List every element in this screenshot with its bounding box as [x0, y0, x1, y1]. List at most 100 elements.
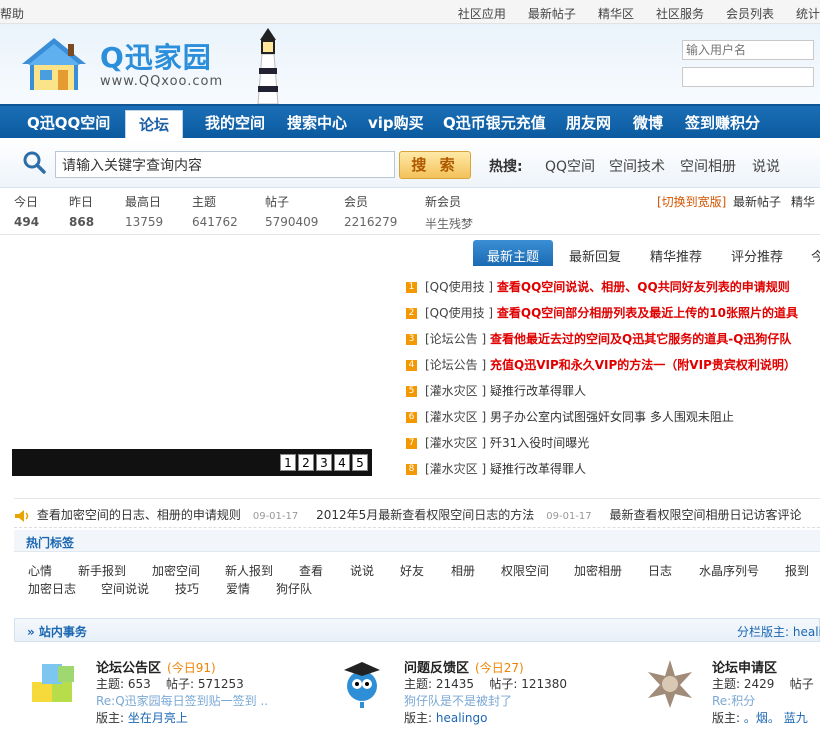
tag-link[interactable]: 新人报到 — [225, 562, 299, 579]
top-link-digest[interactable]: 精华区 — [598, 5, 634, 22]
hot-tags-row: 心情 新手报到 加密空间 新人报到 查看 说说 好友 相册 权限空间 加密相册 日志 水晶序列号 报到 — [28, 562, 809, 579]
forum-counts: 主题: 21435 帖子: 121380 — [404, 677, 568, 691]
nav-recharge[interactable]: Q迅币银元充值 — [443, 112, 546, 133]
tab-rated[interactable]: 评分推荐 — [731, 240, 783, 266]
forum-last-post[interactable]: Re:积分 — [712, 692, 755, 709]
digest-link[interactable]: 精华 — [791, 193, 815, 210]
forum-card: 论坛申请区 主题: 2429 帖子 Re:积分 版主: 。烟。 蓝九 — [644, 656, 820, 746]
tag-link[interactable]: 水晶序列号 — [699, 562, 785, 579]
tag-link[interactable]: 查看 — [299, 562, 350, 579]
slider-page-button[interactable]: 5 — [352, 454, 368, 471]
tag-link[interactable]: 加密相册 — [574, 562, 648, 579]
nav-checkin[interactable]: 签到赚积分 — [685, 112, 760, 133]
tag-link[interactable]: 加密空间 — [152, 562, 225, 579]
forum-name[interactable]: 论坛申请区 — [712, 657, 783, 676]
star-badge-icon — [648, 660, 692, 708]
list-item[interactable]: 4 [论坛公告 ] 充值Q迅VIP和永久VIP的方法一（附VIP贵宾权利说明） — [406, 356, 796, 376]
username-field[interactable] — [682, 40, 814, 60]
forum-moderator: 版主: 坐在月亮上 — [96, 711, 188, 725]
section-moderator[interactable]: 分栏版主: heali — [737, 623, 820, 640]
main-nav: Q迅QQ空间 论坛 我的空间 搜索中心 vip购买 Q迅币银元充值 朋友网 微博… — [0, 104, 820, 140]
forum-stats: 今日 494 昨日 868 最高日 13759 主题 641762 帖子 5790409 … — [0, 189, 820, 235]
slider-page-button[interactable]: 2 — [298, 454, 314, 471]
tab-digest[interactable]: 精华推荐 — [650, 240, 702, 266]
list-item[interactable]: 8 [灌水灾区 ] 疑推行改革得罪人 — [406, 460, 586, 480]
hot-keyword[interactable]: 说说 — [752, 156, 780, 176]
tab-latest-topics[interactable]: 最新主题 — [473, 240, 554, 266]
nav-my-space[interactable]: 我的空间 — [205, 112, 265, 133]
tag-link[interactable]: 爱情 — [226, 580, 276, 597]
nav-weibo[interactable]: 微博 — [633, 112, 663, 133]
top-link-stats[interactable]: 统计 — [796, 5, 820, 22]
search-bar: 搜 索 热搜: QQ空间 空间技术 空间相册 说说 — [0, 138, 820, 188]
forum-name[interactable]: 论坛公告区 (今日91) — [96, 657, 216, 676]
list-item[interactable]: 1 [QQ使用技 ] 查看QQ空间说说、相册、QQ共同好友列表的申请规则 — [406, 278, 790, 298]
image-slider[interactable]: 1 2 3 4 5 — [12, 243, 372, 476]
hot-keyword[interactable]: QQ空间 — [545, 156, 595, 176]
tab-today[interactable]: 今 — [811, 240, 820, 266]
hot-keyword[interactable]: 空间相册 — [680, 156, 736, 176]
site-header: Q迅家园 www.QQxoo.com — [0, 24, 820, 104]
tag-link[interactable]: 加密日志 — [28, 580, 101, 597]
tag-link[interactable]: 新手报到 — [78, 562, 152, 579]
slider-page-button[interactable]: 3 — [316, 454, 332, 471]
house-logo-icon[interactable] — [20, 36, 88, 94]
nav-friends[interactable]: 朋友网 — [566, 112, 611, 133]
tag-link[interactable]: 好友 — [400, 562, 451, 579]
tag-link[interactable]: 心情 — [28, 562, 78, 579]
list-item[interactable]: 5 [灌水灾区 ] 疑推行改革得罪人 — [406, 382, 586, 402]
forum-counts: 主题: 2429 帖子 — [712, 677, 814, 691]
nav-vip-purchase[interactable]: vip购买 — [368, 112, 424, 133]
tag-link[interactable]: 日志 — [648, 562, 699, 579]
tab-latest-replies[interactable]: 最新回复 — [569, 240, 621, 266]
nav-qq-space[interactable]: Q迅QQ空间 — [27, 112, 110, 133]
tag-link[interactable]: 技巧 — [175, 580, 226, 597]
nav-search-center[interactable]: 搜索中心 — [287, 112, 347, 133]
stat-topics: 主题 641762 — [192, 195, 238, 229]
list-item[interactable]: 7 [灌水灾区 ] 歼31入役时间曝光 — [406, 434, 589, 454]
top-link-services[interactable]: 社区服务 — [656, 5, 704, 22]
hot-tags-row: 加密日志 空间说说 技巧 爱情 狗仔队 — [28, 580, 312, 597]
tag-link[interactable]: 空间说说 — [101, 580, 175, 597]
hot-tags-header: 热门标签 — [14, 530, 820, 552]
stat-posts: 帖子 5790409 — [265, 195, 319, 229]
search-button[interactable]: 搜 索 — [399, 151, 471, 179]
latest-posts-link[interactable]: 最新帖子 — [733, 193, 781, 210]
stat-yesterday: 昨日 868 — [69, 195, 95, 229]
slider-page-button[interactable]: 1 — [280, 454, 296, 471]
hot-keyword[interactable]: 空间技术 — [609, 156, 665, 176]
section-title[interactable]: » 站内事务 — [27, 623, 87, 640]
tag-link[interactable]: 报到 — [785, 562, 809, 579]
ticker-link[interactable]: 查看加密空间的日志、相册的申请规则 — [37, 508, 241, 522]
switch-wide-link[interactable]: [切换到宽版] — [657, 193, 726, 210]
stat-highest: 最高日 13759 — [125, 195, 164, 229]
tag-link[interactable]: 说说 — [350, 562, 400, 579]
top-link-latest-posts[interactable]: 最新帖子 — [528, 5, 576, 22]
nav-forum[interactable]: 论坛 — [125, 110, 183, 140]
list-item[interactable]: 3 [论坛公告 ] 查看他最近去过的空间及Q迅其它服务的道具-Q迅狗仔队 — [406, 330, 791, 350]
tag-link[interactable]: 狗仔队 — [276, 580, 312, 597]
forum-last-post[interactable]: Re:Q迅家园每日签到贴一签到 .. — [96, 692, 268, 709]
top-bar: 帮助 社区应用 最新帖子 精华区 社区服务 会员列表 统计 — [0, 0, 820, 24]
search-icon — [23, 151, 46, 174]
tag-link[interactable]: 权限空间 — [501, 562, 574, 579]
site-logo-text[interactable]: Q迅家园 — [100, 36, 212, 76]
list-item[interactable]: 2 [QQ使用技 ] 查看QQ空间部分相册列表及最近上传的10张照片的道具 — [406, 304, 798, 324]
announcement-ticker: 查看加密空间的日志、相册的申请规则 09-01-17 2012年5月最新查看权限空… — [14, 498, 820, 528]
top-link-members[interactable]: 会员列表 — [726, 5, 774, 22]
help-link[interactable]: 帮助 — [0, 5, 24, 22]
password-field[interactable] — [682, 67, 814, 87]
tag-link[interactable]: 相册 — [451, 562, 501, 579]
slider-page-button[interactable]: 4 — [334, 454, 350, 471]
lighthouse-icon — [257, 28, 279, 104]
stat-members: 会员 2216279 — [344, 195, 398, 229]
forum-card: 论坛公告区 (今日91) 主题: 653 帖子: 571253 Re:Q迅家园每日… — [28, 656, 328, 746]
section-header: » 站内事务 分栏版主: heali — [14, 618, 820, 642]
search-input[interactable] — [55, 151, 395, 178]
ticker-link[interactable]: 2012年5月最新查看权限空间日志的方法 — [316, 508, 534, 522]
ticker-link[interactable]: 最新查看权限空间相册日记访客评论 — [609, 508, 801, 522]
top-link-apps[interactable]: 社区应用 — [458, 5, 506, 22]
forum-last-post[interactable]: 狗仔队是不是被封了 — [404, 692, 512, 709]
list-item[interactable]: 6 [灌水灾区 ] 男子办公室内试图强奸女同事 多人围观未阻止 — [406, 408, 734, 428]
forum-name[interactable]: 问题反馈区 (今日27) — [404, 657, 524, 676]
